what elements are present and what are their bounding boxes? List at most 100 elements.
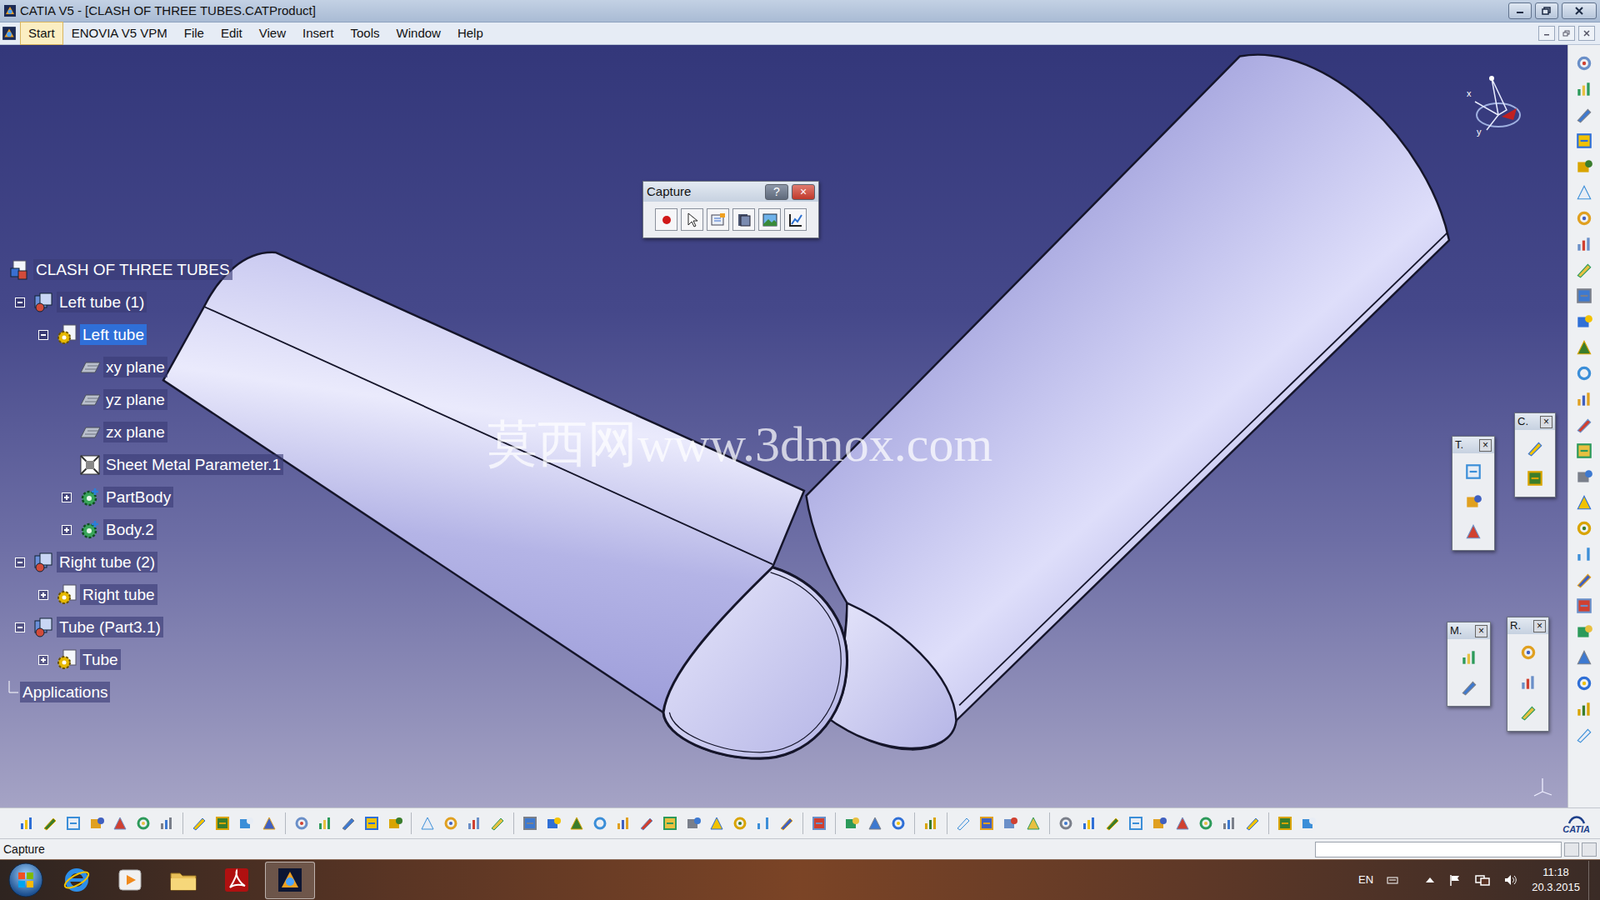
3d-viewport[interactable]: 莫西网www.3dmox.com CLASH OF THREE TUBESLef… bbox=[0, 45, 1568, 808]
tool-button[interactable] bbox=[1077, 811, 1101, 835]
taskbar-app-button[interactable] bbox=[158, 861, 209, 900]
menu-item[interactable]: Help bbox=[449, 21, 492, 46]
tool-button[interactable] bbox=[1572, 129, 1596, 153]
capture-tool-button[interactable] bbox=[680, 208, 704, 231]
capture-title-bar[interactable]: Capture ? × bbox=[643, 181, 819, 202]
menu-item[interactable]: File bbox=[175, 21, 213, 46]
right-tube[interactable] bbox=[805, 55, 1450, 750]
tool-button[interactable] bbox=[210, 811, 235, 835]
tree-item[interactable]: Left tube bbox=[8, 318, 284, 351]
tool-button[interactable] bbox=[439, 811, 463, 835]
close-button[interactable]: × bbox=[1479, 439, 1492, 452]
tool-button[interactable] bbox=[1461, 490, 1485, 514]
collapse-toggle[interactable] bbox=[15, 557, 25, 568]
tree-item[interactable]: Right tube (2) bbox=[8, 545, 284, 579]
toolbar-title-bar[interactable]: C.× bbox=[1515, 413, 1555, 430]
tool-button[interactable] bbox=[290, 811, 314, 835]
tool-button[interactable] bbox=[1124, 811, 1148, 835]
tool-button[interactable] bbox=[635, 811, 659, 835]
tool-button[interactable] bbox=[1572, 723, 1596, 747]
tool-button[interactable] bbox=[1572, 361, 1596, 385]
close-button[interactable]: × bbox=[1540, 415, 1553, 429]
tool-button[interactable] bbox=[975, 811, 999, 835]
flag-icon[interactable] bbox=[1448, 873, 1462, 887]
tool-button[interactable] bbox=[751, 811, 775, 835]
tool-button[interactable] bbox=[1572, 645, 1596, 670]
tool-button[interactable] bbox=[565, 811, 589, 835]
tool-button[interactable] bbox=[886, 811, 910, 835]
tool-button[interactable] bbox=[1572, 568, 1596, 592]
tool-button[interactable] bbox=[1572, 439, 1596, 463]
tool-button[interactable] bbox=[807, 811, 831, 835]
left-tube[interactable] bbox=[163, 252, 848, 759]
tool-button[interactable] bbox=[415, 811, 440, 835]
tool-button[interactable] bbox=[108, 811, 132, 835]
tool-button[interactable] bbox=[1572, 310, 1596, 334]
expand-toggle[interactable] bbox=[61, 492, 72, 503]
tool-button[interactable] bbox=[15, 811, 39, 835]
tool-button[interactable] bbox=[1572, 697, 1596, 721]
tool-button[interactable] bbox=[1457, 675, 1481, 700]
close-button[interactable]: × bbox=[1533, 620, 1546, 633]
tool-button[interactable] bbox=[234, 811, 258, 835]
tool-button[interactable] bbox=[728, 811, 752, 835]
toolbar-title-bar[interactable]: T.× bbox=[1452, 436, 1495, 454]
tool-button[interactable] bbox=[1516, 700, 1540, 725]
tool-button[interactable] bbox=[1572, 155, 1596, 179]
tool-button[interactable] bbox=[1296, 811, 1320, 835]
tool-button[interactable] bbox=[61, 811, 85, 835]
collapse-toggle[interactable] bbox=[15, 622, 25, 633]
expand-toggle[interactable] bbox=[38, 590, 49, 600]
status-button[interactable] bbox=[1564, 842, 1580, 857]
tool-button[interactable] bbox=[1461, 520, 1485, 544]
tree-item[interactable]: Tube (Part3.1) bbox=[8, 610, 284, 644]
tool-button[interactable] bbox=[1572, 206, 1596, 230]
tool-button[interactable] bbox=[1194, 811, 1218, 835]
command-input[interactable] bbox=[1315, 841, 1562, 858]
toolbar-title-bar[interactable]: M.× bbox=[1447, 622, 1490, 640]
tool-button[interactable] bbox=[681, 811, 705, 835]
collapse-toggle[interactable] bbox=[15, 297, 25, 308]
taskbar-app-button[interactable] bbox=[105, 861, 155, 900]
clock[interactable]: 11:18 20.3.2015 bbox=[1531, 865, 1580, 895]
tool-button[interactable] bbox=[485, 811, 510, 835]
tool-button[interactable] bbox=[1516, 640, 1540, 665]
tool-button[interactable] bbox=[1523, 436, 1547, 460]
tool-button[interactable] bbox=[705, 811, 729, 835]
doc-restore-button[interactable] bbox=[1558, 25, 1575, 41]
volume-icon[interactable] bbox=[1503, 873, 1519, 887]
tool-button[interactable] bbox=[1572, 516, 1596, 540]
tool-button[interactable] bbox=[1217, 811, 1241, 835]
collapse-toggle[interactable] bbox=[38, 330, 49, 340]
tool-button[interactable] bbox=[187, 811, 211, 835]
tool-button[interactable] bbox=[313, 811, 337, 835]
tool-button[interactable] bbox=[1572, 671, 1596, 695]
tool-button[interactable] bbox=[336, 811, 360, 835]
taskbar-app-button[interactable] bbox=[211, 861, 262, 900]
capture-tool-button[interactable] bbox=[655, 208, 678, 231]
show-hidden-icon[interactable] bbox=[1425, 875, 1435, 885]
tree-item[interactable]: Applications bbox=[8, 675, 284, 709]
compass-icon[interactable]: x y bbox=[1458, 68, 1534, 144]
tool-button[interactable] bbox=[1147, 811, 1171, 835]
close-button[interactable]: × bbox=[791, 184, 815, 200]
menu-item[interactable]: Start bbox=[20, 21, 64, 46]
tool-button[interactable] bbox=[863, 811, 887, 835]
tree-item[interactable]: yz plane bbox=[8, 383, 284, 416]
tool-button[interactable] bbox=[1572, 335, 1596, 360]
menu-item[interactable]: Window bbox=[388, 21, 450, 46]
menu-item[interactable]: ENOVIA V5 VPM bbox=[63, 21, 176, 46]
tool-button[interactable] bbox=[1572, 542, 1596, 566]
tool-button[interactable] bbox=[840, 811, 864, 835]
doc-close-button[interactable] bbox=[1578, 25, 1595, 41]
tool-button[interactable] bbox=[611, 811, 635, 835]
network-icon[interactable] bbox=[1475, 873, 1490, 887]
tool-button[interactable] bbox=[1170, 811, 1195, 835]
tool-button[interactable] bbox=[1054, 811, 1078, 835]
tool-button[interactable] bbox=[775, 811, 799, 835]
windows-start-icon[interactable] bbox=[6, 860, 45, 900]
tool-button[interactable] bbox=[1100, 811, 1125, 835]
tool-button[interactable] bbox=[919, 811, 943, 835]
close-button[interactable]: × bbox=[1475, 625, 1488, 638]
tool-button[interactable] bbox=[1240, 811, 1265, 835]
